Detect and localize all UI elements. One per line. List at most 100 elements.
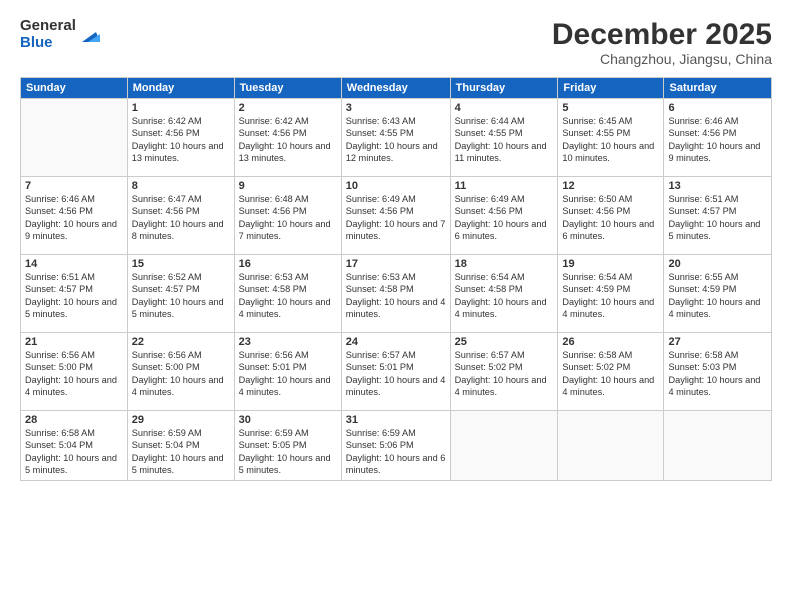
table-row: 13Sunrise: 6:51 AM Sunset: 4:57 PM Dayli… — [664, 177, 772, 255]
day-info: Sunrise: 6:53 AM Sunset: 4:58 PM Dayligh… — [239, 271, 337, 321]
day-number: 15 — [132, 258, 230, 270]
day-info: Sunrise: 6:54 AM Sunset: 4:58 PM Dayligh… — [455, 271, 554, 321]
calendar-table: Sunday Monday Tuesday Wednesday Thursday… — [20, 77, 772, 481]
day-info: Sunrise: 6:44 AM Sunset: 4:55 PM Dayligh… — [455, 115, 554, 165]
day-info: Sunrise: 6:56 AM Sunset: 5:00 PM Dayligh… — [25, 349, 123, 399]
table-row: 22Sunrise: 6:56 AM Sunset: 5:00 PM Dayli… — [127, 333, 234, 411]
page: General Blue December 2025 Changzhou, Ji… — [0, 0, 792, 612]
logo-blue: Blue — [20, 35, 76, 52]
day-number: 18 — [455, 258, 554, 270]
day-info: Sunrise: 6:42 AM Sunset: 4:56 PM Dayligh… — [132, 115, 230, 165]
table-row: 19Sunrise: 6:54 AM Sunset: 4:59 PM Dayli… — [558, 255, 664, 333]
header-wednesday: Wednesday — [341, 78, 450, 99]
table-row — [21, 99, 128, 177]
day-number: 26 — [562, 336, 659, 348]
month-title: December 2025 — [552, 18, 772, 51]
header-saturday: Saturday — [664, 78, 772, 99]
day-number: 30 — [239, 414, 337, 426]
day-number: 29 — [132, 414, 230, 426]
logo-text: General Blue — [20, 18, 76, 51]
table-row: 17Sunrise: 6:53 AM Sunset: 4:58 PM Dayli… — [341, 255, 450, 333]
table-row: 8Sunrise: 6:47 AM Sunset: 4:56 PM Daylig… — [127, 177, 234, 255]
table-row: 24Sunrise: 6:57 AM Sunset: 5:01 PM Dayli… — [341, 333, 450, 411]
table-row: 10Sunrise: 6:49 AM Sunset: 4:56 PM Dayli… — [341, 177, 450, 255]
day-number: 28 — [25, 414, 123, 426]
day-info: Sunrise: 6:51 AM Sunset: 4:57 PM Dayligh… — [25, 271, 123, 321]
day-info: Sunrise: 6:51 AM Sunset: 4:57 PM Dayligh… — [668, 193, 767, 243]
day-number: 13 — [668, 180, 767, 192]
day-number: 5 — [562, 102, 659, 114]
table-row: 3Sunrise: 6:43 AM Sunset: 4:55 PM Daylig… — [341, 99, 450, 177]
table-row: 26Sunrise: 6:58 AM Sunset: 5:02 PM Dayli… — [558, 333, 664, 411]
table-row: 1Sunrise: 6:42 AM Sunset: 4:56 PM Daylig… — [127, 99, 234, 177]
logo: General Blue — [20, 18, 100, 51]
day-number: 17 — [346, 258, 446, 270]
day-info: Sunrise: 6:55 AM Sunset: 4:59 PM Dayligh… — [668, 271, 767, 321]
table-row: 4Sunrise: 6:44 AM Sunset: 4:55 PM Daylig… — [450, 99, 558, 177]
day-number: 31 — [346, 414, 446, 426]
table-row: 20Sunrise: 6:55 AM Sunset: 4:59 PM Dayli… — [664, 255, 772, 333]
day-number: 11 — [455, 180, 554, 192]
table-row: 27Sunrise: 6:58 AM Sunset: 5:03 PM Dayli… — [664, 333, 772, 411]
table-row — [558, 411, 664, 481]
day-number: 1 — [132, 102, 230, 114]
day-number: 10 — [346, 180, 446, 192]
table-row: 28Sunrise: 6:58 AM Sunset: 5:04 PM Dayli… — [21, 411, 128, 481]
day-number: 16 — [239, 258, 337, 270]
table-row: 21Sunrise: 6:56 AM Sunset: 5:00 PM Dayli… — [21, 333, 128, 411]
weekday-header-row: Sunday Monday Tuesday Wednesday Thursday… — [21, 78, 772, 99]
table-row: 5Sunrise: 6:45 AM Sunset: 4:55 PM Daylig… — [558, 99, 664, 177]
day-number: 3 — [346, 102, 446, 114]
day-info: Sunrise: 6:53 AM Sunset: 4:58 PM Dayligh… — [346, 271, 446, 321]
day-info: Sunrise: 6:59 AM Sunset: 5:06 PM Dayligh… — [346, 427, 446, 477]
day-number: 9 — [239, 180, 337, 192]
header-tuesday: Tuesday — [234, 78, 341, 99]
table-row: 6Sunrise: 6:46 AM Sunset: 4:56 PM Daylig… — [664, 99, 772, 177]
day-number: 4 — [455, 102, 554, 114]
day-number: 7 — [25, 180, 123, 192]
table-row — [664, 411, 772, 481]
day-number: 19 — [562, 258, 659, 270]
table-row: 14Sunrise: 6:51 AM Sunset: 4:57 PM Dayli… — [21, 255, 128, 333]
day-info: Sunrise: 6:56 AM Sunset: 5:01 PM Dayligh… — [239, 349, 337, 399]
table-row: 23Sunrise: 6:56 AM Sunset: 5:01 PM Dayli… — [234, 333, 341, 411]
day-info: Sunrise: 6:49 AM Sunset: 4:56 PM Dayligh… — [455, 193, 554, 243]
day-info: Sunrise: 6:52 AM Sunset: 4:57 PM Dayligh… — [132, 271, 230, 321]
header-sunday: Sunday — [21, 78, 128, 99]
table-row: 11Sunrise: 6:49 AM Sunset: 4:56 PM Dayli… — [450, 177, 558, 255]
day-number: 22 — [132, 336, 230, 348]
title-block: December 2025 Changzhou, Jiangsu, China — [552, 18, 772, 67]
day-info: Sunrise: 6:46 AM Sunset: 4:56 PM Dayligh… — [668, 115, 767, 165]
day-info: Sunrise: 6:46 AM Sunset: 4:56 PM Dayligh… — [25, 193, 123, 243]
header-thursday: Thursday — [450, 78, 558, 99]
logo-icon — [78, 24, 100, 46]
day-number: 2 — [239, 102, 337, 114]
day-number: 20 — [668, 258, 767, 270]
header-friday: Friday — [558, 78, 664, 99]
day-number: 25 — [455, 336, 554, 348]
table-row: 18Sunrise: 6:54 AM Sunset: 4:58 PM Dayli… — [450, 255, 558, 333]
table-row: 2Sunrise: 6:42 AM Sunset: 4:56 PM Daylig… — [234, 99, 341, 177]
day-number: 23 — [239, 336, 337, 348]
day-info: Sunrise: 6:56 AM Sunset: 5:00 PM Dayligh… — [132, 349, 230, 399]
day-info: Sunrise: 6:58 AM Sunset: 5:04 PM Dayligh… — [25, 427, 123, 477]
day-info: Sunrise: 6:57 AM Sunset: 5:02 PM Dayligh… — [455, 349, 554, 399]
day-number: 21 — [25, 336, 123, 348]
day-number: 27 — [668, 336, 767, 348]
table-row: 16Sunrise: 6:53 AM Sunset: 4:58 PM Dayli… — [234, 255, 341, 333]
day-info: Sunrise: 6:57 AM Sunset: 5:01 PM Dayligh… — [346, 349, 446, 399]
logo-general: General — [20, 18, 76, 35]
location: Changzhou, Jiangsu, China — [552, 51, 772, 67]
table-row — [450, 411, 558, 481]
day-number: 8 — [132, 180, 230, 192]
table-row: 15Sunrise: 6:52 AM Sunset: 4:57 PM Dayli… — [127, 255, 234, 333]
day-info: Sunrise: 6:48 AM Sunset: 4:56 PM Dayligh… — [239, 193, 337, 243]
day-info: Sunrise: 6:54 AM Sunset: 4:59 PM Dayligh… — [562, 271, 659, 321]
day-number: 14 — [25, 258, 123, 270]
day-number: 6 — [668, 102, 767, 114]
table-row: 9Sunrise: 6:48 AM Sunset: 4:56 PM Daylig… — [234, 177, 341, 255]
table-row: 30Sunrise: 6:59 AM Sunset: 5:05 PM Dayli… — [234, 411, 341, 481]
table-row: 12Sunrise: 6:50 AM Sunset: 4:56 PM Dayli… — [558, 177, 664, 255]
table-row: 25Sunrise: 6:57 AM Sunset: 5:02 PM Dayli… — [450, 333, 558, 411]
day-info: Sunrise: 6:50 AM Sunset: 4:56 PM Dayligh… — [562, 193, 659, 243]
